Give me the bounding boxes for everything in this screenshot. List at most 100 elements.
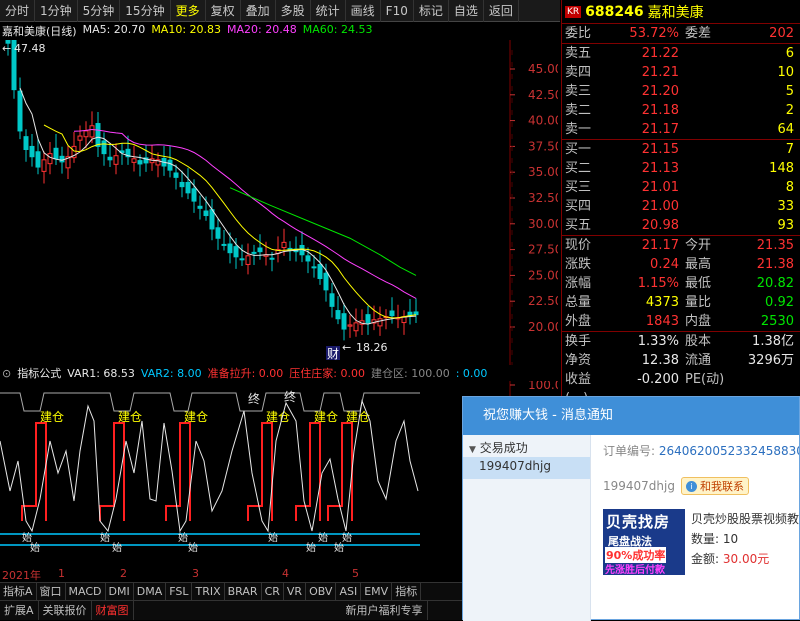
quote-row: 卖二 21.18 2: [562, 101, 800, 120]
quote-label: 买五: [565, 218, 592, 233]
candle-body: [245, 255, 251, 265]
indicator-tab[interactable]: CR: [262, 583, 284, 600]
di-label: 始: [268, 531, 278, 544]
candle-body: [197, 205, 203, 209]
quote-volume: 2: [785, 103, 794, 118]
stat-label: 现价: [565, 238, 592, 253]
quote-row: 买四 21.00 33: [562, 197, 800, 216]
weibi-value: 53.72%: [629, 26, 679, 41]
date-axis-label: 2021年: [2, 569, 41, 582]
toolbar-item[interactable]: 15分钟: [120, 0, 171, 22]
toolbar-item[interactable]: 分时: [0, 0, 36, 22]
toolbar-item[interactable]: F10: [381, 0, 414, 22]
extension-tab[interactable]: 新用户福利专享: [342, 601, 428, 620]
stat-label: 今开: [685, 238, 712, 253]
arrow-left-icon: ←: [342, 341, 351, 354]
stat-value: 4373: [645, 295, 679, 310]
candle-body: [341, 313, 347, 330]
ma10-label: MA10: 20.83: [151, 23, 222, 36]
toolbar-item[interactable]: 标记: [414, 0, 449, 22]
indicator-tab[interactable]: DMA: [134, 583, 167, 600]
stat-value: 21.38: [756, 257, 794, 272]
stat-label: 总量: [565, 295, 592, 310]
price-tick-label: 30.00: [528, 217, 558, 231]
quote-label: 卖五: [565, 46, 592, 61]
cai-marker[interactable]: 财: [327, 347, 339, 361]
contact-button[interactable]: i 和我联系: [680, 477, 749, 495]
di-label: 始: [318, 531, 328, 544]
toolbar-item[interactable]: 自选: [449, 0, 484, 22]
indicator-tab[interactable]: BRAR: [225, 583, 262, 600]
candle-body: [269, 257, 275, 260]
extension-tab[interactable]: 财富图: [92, 601, 134, 620]
candle-body: [89, 125, 95, 138]
indicator-tab[interactable]: FSL: [166, 583, 193, 600]
candle-body: [95, 123, 101, 147]
stat-value: 1.33%: [637, 334, 679, 349]
indicator-tab[interactable]: DMI: [106, 583, 134, 600]
di-label: 始: [306, 541, 316, 554]
indicator-tab[interactable]: EMV: [361, 583, 393, 600]
indicator-collapse-icon[interactable]: ⊙: [2, 367, 11, 380]
stat-row: 涨跌 0.24 最高 21.38: [562, 255, 800, 274]
stat-label: 股本: [685, 334, 712, 349]
extension-tab[interactable]: 扩展A: [0, 601, 39, 620]
popup-group[interactable]: ▼ 交易成功: [463, 435, 590, 457]
toolbar-item[interactable]: 1分钟: [35, 0, 78, 22]
indicator-tab[interactable]: TRIX: [192, 583, 225, 600]
quote-price: 20.98: [641, 218, 679, 233]
candle-body: [215, 227, 221, 239]
product-name[interactable]: 贝壳炒股股票视频教: [691, 509, 799, 529]
ad-title: 贝壳找房: [606, 513, 671, 531]
candle-body: [347, 324, 353, 327]
jiancang-bar: [165, 422, 191, 521]
toolbar-item[interactable]: 画线: [346, 0, 381, 22]
yazhu-label: 压住庄家: 0.00: [289, 367, 365, 380]
popup-title[interactable]: 祝您赚大钱 - 消息通知: [463, 397, 799, 435]
toolbar-item[interactable]: 复权: [206, 0, 241, 22]
quote-price: 21.13: [641, 161, 679, 176]
toolbar-item[interactable]: 多股: [276, 0, 311, 22]
indicator-tab[interactable]: 指标: [392, 583, 422, 600]
indicator-tab[interactable]: VR: [284, 583, 307, 600]
candle-body: [17, 90, 23, 132]
extension-tab[interactable]: 关联报价: [39, 601, 92, 620]
candlestick-chart[interactable]: 45.00 42.50 40.00 37.50 35.00 32.50 30.00 27.50…: [0, 40, 558, 365]
candle-body: [59, 155, 65, 163]
toolbar-item[interactable]: 更多: [171, 0, 206, 22]
di-label: 始: [178, 531, 188, 544]
indicator-tab[interactable]: MACD: [66, 583, 106, 600]
price-tick-label: 22.50: [528, 294, 558, 308]
indicator-tab[interactable]: OBV: [306, 583, 337, 600]
toolbar-item[interactable]: 5分钟: [78, 0, 121, 22]
jiancang-bar: [21, 422, 47, 521]
stat-row: 换手 1.33% 股本 1.38亿: [562, 332, 800, 351]
indicator-tab[interactable]: 窗口: [37, 583, 66, 600]
indicator-name[interactable]: 指标公式: [17, 365, 61, 381]
message-popup[interactable]: 祝您赚大钱 - 消息通知 ▼ 交易成功 199407dhjg 订单编号: 264…: [462, 396, 800, 621]
price-tick-label: 27.50: [528, 243, 558, 257]
candle-body: [329, 293, 335, 307]
quote-header: KR 688246 嘉和美康: [562, 0, 800, 24]
toolbar-item[interactable]: 统计: [311, 0, 346, 22]
candle-body: [107, 156, 113, 161]
candle-body: [185, 181, 191, 194]
quote-row: 买三 21.01 8: [562, 178, 800, 197]
popup-list-item[interactable]: 199407dhjg: [463, 457, 590, 479]
candle-body: [179, 181, 185, 188]
quote-label: 卖四: [565, 65, 592, 80]
quote-label: 买一: [565, 142, 592, 157]
indicator-tab[interactable]: 指标A: [0, 583, 37, 600]
toolbar-item[interactable]: 返回: [484, 0, 519, 22]
price-tick-label: 35.00: [528, 165, 558, 179]
product-card[interactable]: 贝壳找房 尾盘战法 90%成功率 先涨胜后付款 贝壳炒股股票视频教 数量: 10…: [603, 509, 799, 575]
price-tick-label: 32.50: [528, 191, 558, 205]
product-image[interactable]: 贝壳找房 尾盘战法 90%成功率 先涨胜后付款: [603, 509, 685, 575]
zhong-label: 终: [248, 391, 260, 406]
quote-price: 21.18: [641, 103, 679, 118]
indicator-tab[interactable]: ASI: [336, 583, 362, 600]
toolbar-item[interactable]: 叠加: [241, 0, 276, 22]
date-axis-label: 1: [58, 567, 65, 580]
quote-row: 买五 20.98 93: [562, 216, 800, 235]
